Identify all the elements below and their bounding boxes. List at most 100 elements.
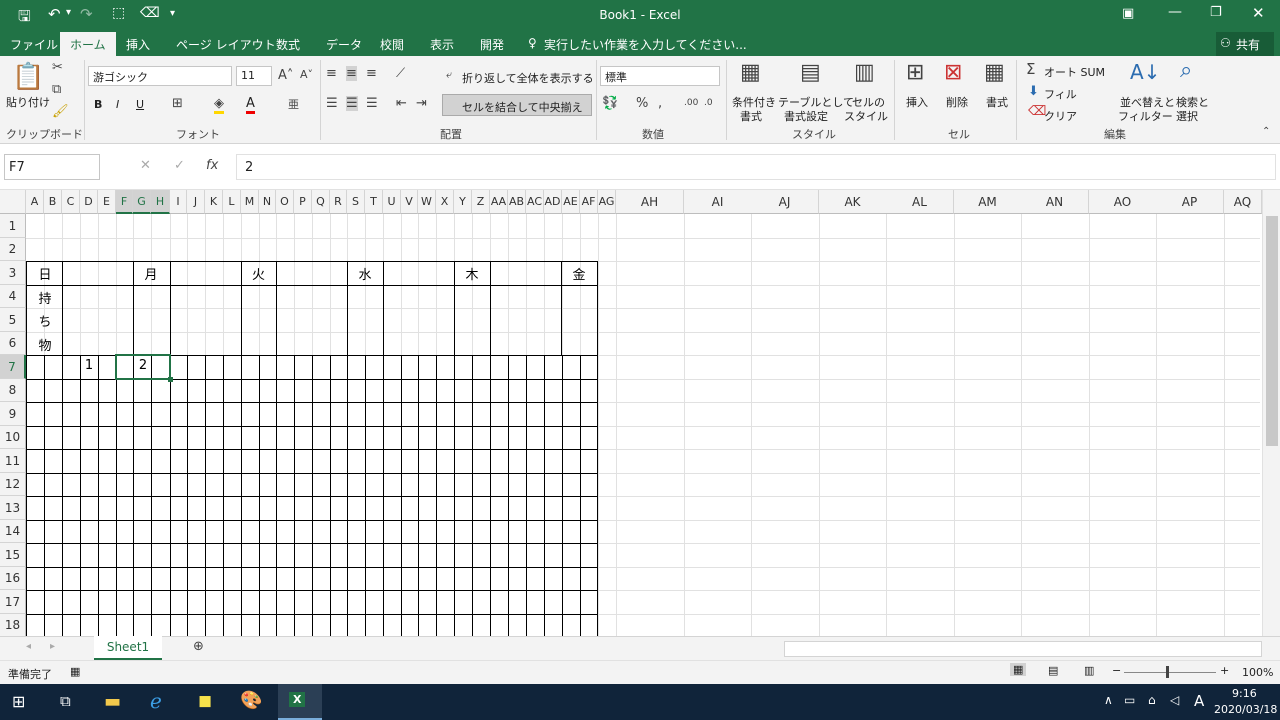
clock-date[interactable]: 2020/03/18 — [1214, 703, 1277, 716]
column-header-t[interactable]: T — [365, 190, 383, 214]
tab-review[interactable]: 校閲 — [380, 36, 404, 53]
row-header-1[interactable]: 1 — [0, 214, 26, 238]
format-cells-icon[interactable]: ▦ — [984, 60, 1005, 85]
column-header-al[interactable]: AL — [886, 190, 954, 214]
column-header-d[interactable]: D — [80, 190, 98, 214]
item-label-cell[interactable]: 物 — [36, 335, 54, 354]
column-header-j[interactable]: J — [187, 190, 205, 214]
font-name-select[interactable]: 游ゴシック — [88, 66, 232, 86]
percent-icon[interactable]: % — [636, 96, 648, 111]
add-sheet-icon[interactable]: ⊕ — [193, 639, 204, 654]
delete-cells-button[interactable]: 削除 — [946, 94, 968, 110]
column-header-y[interactable]: Y — [454, 190, 472, 214]
collapse-ribbon-icon[interactable]: ⌃ — [1262, 126, 1270, 137]
column-header-h[interactable]: H — [151, 190, 170, 214]
fill-button[interactable]: フィル — [1044, 86, 1077, 102]
page-break-view-icon[interactable]: ▥ — [1084, 664, 1094, 677]
number-format-select[interactable]: 標準 — [600, 66, 720, 86]
zoom-slider[interactable] — [1124, 672, 1216, 673]
align-left-icon[interactable]: ☰ — [326, 96, 338, 111]
phonetic-icon[interactable]: 亜 — [288, 96, 299, 112]
column-header-z[interactable]: Z — [472, 190, 490, 214]
tab-file[interactable]: ファイル — [10, 36, 58, 53]
column-header-ag[interactable]: AG — [598, 190, 616, 214]
row-header-7[interactable]: 7 — [0, 355, 26, 379]
zoom-in-icon[interactable]: + — [1220, 664, 1229, 677]
column-header-s[interactable]: S — [347, 190, 365, 214]
page-layout-view-icon[interactable]: ▤ — [1048, 664, 1058, 677]
tab-developer[interactable]: 開発 — [480, 36, 504, 53]
worksheet-grid[interactable]: A B C D E F G H I J K L M N O P Q R S T U V W X Y Z AA AB AC AD AE AF AG… — [0, 190, 1280, 636]
item-label-cell[interactable]: ち — [36, 311, 54, 330]
align-right-icon[interactable]: ☰ — [366, 96, 378, 111]
share-button[interactable]: 共有 — [1236, 36, 1260, 53]
column-header-ap[interactable]: AP — [1156, 190, 1224, 214]
tab-insert[interactable]: 挿入 — [126, 36, 150, 53]
zoom-slider-thumb[interactable] — [1166, 666, 1169, 678]
zoom-out-icon[interactable]: − — [1112, 664, 1121, 677]
format-cells-button[interactable]: 書式 — [986, 94, 1008, 110]
font-size-select[interactable]: 11 — [236, 66, 272, 86]
select-all-corner[interactable] — [0, 190, 26, 214]
row-header-2[interactable]: 2 — [0, 238, 26, 261]
file-explorer-icon[interactable]: ▬ — [104, 691, 121, 712]
row-header-17[interactable]: 17 — [0, 590, 26, 614]
border-icon[interactable]: ⊞ — [172, 96, 183, 111]
row-header-6[interactable]: 6 — [0, 332, 26, 355]
day-cell[interactable]: 金 — [561, 264, 597, 283]
column-header-ad[interactable]: AD — [544, 190, 562, 214]
increase-decimal-icon[interactable]: .00 — [684, 98, 698, 108]
normal-view-icon[interactable]: ▦ — [1010, 663, 1027, 676]
tell-me-input[interactable]: 実行したい作業を入力してください... — [544, 36, 747, 53]
column-header-aj[interactable]: AJ — [751, 190, 819, 214]
prev-sheet-icon[interactable]: ◂ — [26, 641, 31, 652]
minimize-icon[interactable]: — — [1168, 4, 1182, 20]
row-header-10[interactable]: 10 — [0, 426, 26, 449]
orientation-icon[interactable]: ⟋ — [396, 66, 405, 81]
column-header-v[interactable]: V — [401, 190, 418, 214]
insert-cells-icon[interactable]: ⊞ — [906, 60, 924, 85]
column-header-w[interactable]: W — [418, 190, 436, 214]
macro-record-icon[interactable]: ▦ — [70, 665, 80, 678]
underline-button[interactable]: U — [136, 98, 144, 111]
volume-icon[interactable]: ◁ — [1170, 693, 1179, 707]
column-header-f[interactable]: F — [116, 190, 133, 214]
windows-start-icon[interactable]: ⊞ — [12, 692, 25, 711]
conditional-format-icon[interactable]: ▦ — [740, 60, 761, 85]
autosum-button[interactable]: オート SUM — [1044, 64, 1105, 80]
day-cell[interactable]: 月 — [133, 264, 169, 283]
tray-chevron-icon[interactable]: ∧ — [1104, 693, 1113, 707]
bold-button[interactable]: B — [94, 98, 102, 111]
close-icon[interactable]: ✕ — [1252, 4, 1265, 22]
tab-data[interactable]: データ — [326, 36, 362, 53]
excel-taskbar-icon[interactable]: X — [278, 684, 322, 720]
paste-icon[interactable]: 📋 — [12, 62, 44, 92]
tab-home[interactable]: ホーム — [60, 32, 116, 56]
ime-indicator[interactable]: A — [1194, 692, 1204, 710]
ribbon-display-icon[interactable]: ▣ — [1122, 6, 1134, 21]
confirm-entry-icon[interactable]: ✓ — [174, 158, 185, 173]
row-header-9[interactable]: 9 — [0, 402, 26, 426]
row-header-18[interactable]: 18 — [0, 614, 26, 636]
clear-button[interactable]: クリア — [1044, 108, 1077, 124]
column-header-aq[interactable]: AQ — [1224, 190, 1262, 214]
cell-styles-icon[interactable]: ▥ — [854, 60, 875, 85]
column-header-ae[interactable]: AE — [562, 190, 580, 214]
restore-icon[interactable]: ❐ — [1210, 5, 1222, 20]
battery-icon[interactable]: ▭ — [1124, 693, 1135, 707]
paint-icon[interactable]: 🎨 — [240, 690, 262, 711]
delete-cells-icon[interactable]: ⊠ — [944, 60, 962, 85]
align-center-icon[interactable]: ☰ — [346, 96, 358, 111]
table-format-icon[interactable]: ▤ — [800, 60, 821, 85]
align-top-icon[interactable]: ≡ — [326, 66, 337, 81]
tab-page-layout[interactable]: ページ レイアウト — [176, 36, 276, 53]
insert-function-button[interactable]: fx — [206, 158, 218, 173]
sort-filter-icon[interactable]: A↓ — [1130, 60, 1160, 84]
row-header-13[interactable]: 13 — [0, 496, 26, 520]
row-header-4[interactable]: 4 — [0, 285, 26, 308]
column-header-e[interactable]: E — [98, 190, 116, 214]
day-cell[interactable]: 水 — [347, 264, 383, 283]
column-header-af[interactable]: AF — [580, 190, 598, 214]
task-view-icon[interactable]: ⧉ — [60, 692, 71, 710]
cut-icon[interactable]: ✂ — [52, 60, 63, 75]
